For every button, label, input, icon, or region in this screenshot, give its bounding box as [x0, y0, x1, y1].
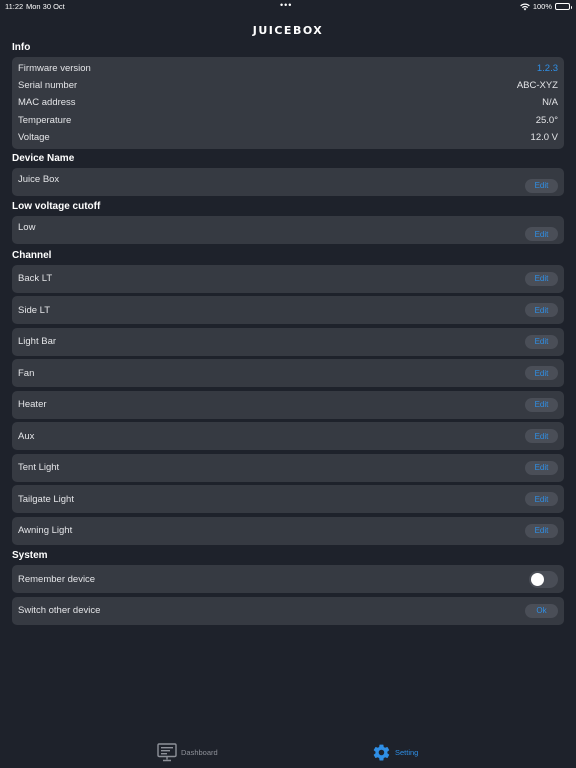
edit-awning-light-button[interactable]: Edit [525, 523, 558, 538]
channel-label-fan: Fan [18, 367, 35, 379]
edit-side-lt-button[interactable]: Edit [525, 303, 558, 318]
channel-label-awning-light: Awning Light [18, 525, 73, 537]
edit-aux-button[interactable]: Edit [525, 429, 558, 444]
battery-icon [555, 3, 572, 10]
remember-device-row: Remember device [12, 565, 564, 594]
channel-row-back-lt: Back LT Edit [12, 264, 564, 293]
switch-device-row: Switch other device Ok [12, 596, 564, 625]
channel-row-tailgate-light: Tailgate Light Edit [12, 485, 564, 514]
channel-label-back-lt: Back LT [18, 273, 53, 285]
low-voltage-row: Low Edit [12, 216, 564, 245]
gear-icon [373, 744, 390, 761]
channel-row-heater: Heater Edit [12, 390, 564, 419]
channel-row-tent-light: Tent Light Edit [12, 453, 564, 482]
tab-setting-label: Setting [395, 748, 419, 757]
status-time: 11:22 [5, 2, 24, 11]
status-date: Mon 30 Oct [26, 2, 65, 11]
low-voltage-value: Low [18, 222, 36, 234]
edit-tent-light-button[interactable]: Edit [525, 460, 558, 475]
wifi-icon [520, 3, 530, 10]
channel-label-side-lt: Side LT [18, 304, 51, 316]
edit-low-voltage-button[interactable]: Edit [525, 227, 558, 242]
device-name-value: Juice Box [18, 173, 60, 185]
channel-row-side-lt: Side LT Edit [12, 296, 564, 325]
multitasking-dots[interactable]: ••• [280, 0, 292, 10]
channel-label-aux: Aux [18, 430, 35, 442]
switch-device-label: Switch other device [18, 605, 101, 617]
channel-label-tent-light: Tent Light [18, 462, 60, 474]
edit-fan-button[interactable]: Edit [525, 366, 558, 381]
tab-dashboard-label: Dashboard [181, 748, 218, 757]
firmware-value[interactable]: 1.2.3 [537, 63, 558, 74]
switch-device-ok-button[interactable]: Ok [525, 603, 558, 618]
battery-percent: 100% [532, 2, 552, 11]
channel-row-fan: Fan Edit [12, 359, 564, 388]
remember-device-toggle[interactable] [529, 570, 558, 588]
channel-row-light-bar: Light Bar Edit [12, 327, 564, 356]
serial-label: Serial number [18, 80, 78, 92]
channel-label-heater: Heater [18, 399, 47, 411]
info-row-voltage: Voltage 12.0 V [18, 129, 558, 146]
voltage-label: Voltage [18, 131, 50, 143]
firmware-label: Firmware version [18, 63, 91, 75]
channel-label-tailgate-light: Tailgate Light [18, 493, 74, 505]
edit-tailgate-light-button[interactable]: Edit [525, 492, 558, 507]
section-title-device-name: Device Name [12, 152, 75, 164]
mac-label: MAC address [18, 97, 76, 109]
mac-value: N/A [542, 97, 558, 109]
info-row-serial: Serial number ABC-XYZ [18, 77, 558, 94]
tab-bar: Dashboard Setting [0, 740, 576, 768]
edit-back-lt-button[interactable]: Edit [525, 271, 558, 286]
channel-label-light-bar: Light Bar [18, 336, 57, 348]
section-title-channel: Channel [12, 249, 52, 261]
temperature-value: 25.0° [535, 114, 558, 126]
info-row-temperature: Temperature 25.0° [18, 112, 558, 129]
section-title-info: Info [12, 42, 31, 53]
status-bar: 11:22 Mon 30 Oct ••• 100% [0, 0, 576, 14]
channel-row-aux: Aux Edit [12, 422, 564, 451]
info-row-firmware: Firmware version 1.2.3 [18, 60, 558, 77]
section-title-system: System [12, 550, 48, 562]
status-right: 100% [520, 2, 572, 11]
device-name-row: Juice Box Edit [12, 167, 564, 196]
voltage-value: 12.0 V [530, 131, 558, 143]
remember-device-label: Remember device [18, 573, 96, 585]
tab-dashboard[interactable]: Dashboard [157, 743, 218, 762]
monitor-icon [157, 743, 177, 762]
tab-setting[interactable]: Setting [372, 743, 418, 762]
info-row-mac: MAC address N/A [18, 94, 558, 111]
serial-value: ABC-XYZ [516, 80, 558, 92]
edit-device-name-button[interactable]: Edit [525, 178, 558, 193]
settings-content: Info Firmware version 1.2.3 Serial numbe… [12, 40, 564, 628]
edit-light-bar-button[interactable]: Edit [525, 334, 558, 349]
app-title: JUICEBOX [252, 24, 324, 37]
channel-row-awning-light: Awning Light Edit [12, 516, 564, 545]
section-title-low-voltage: Low voltage cutoff [12, 201, 101, 213]
edit-heater-button[interactable]: Edit [525, 397, 558, 412]
info-card: Firmware version 1.2.3 Serial number ABC… [12, 57, 564, 149]
temperature-label: Temperature [18, 114, 72, 126]
